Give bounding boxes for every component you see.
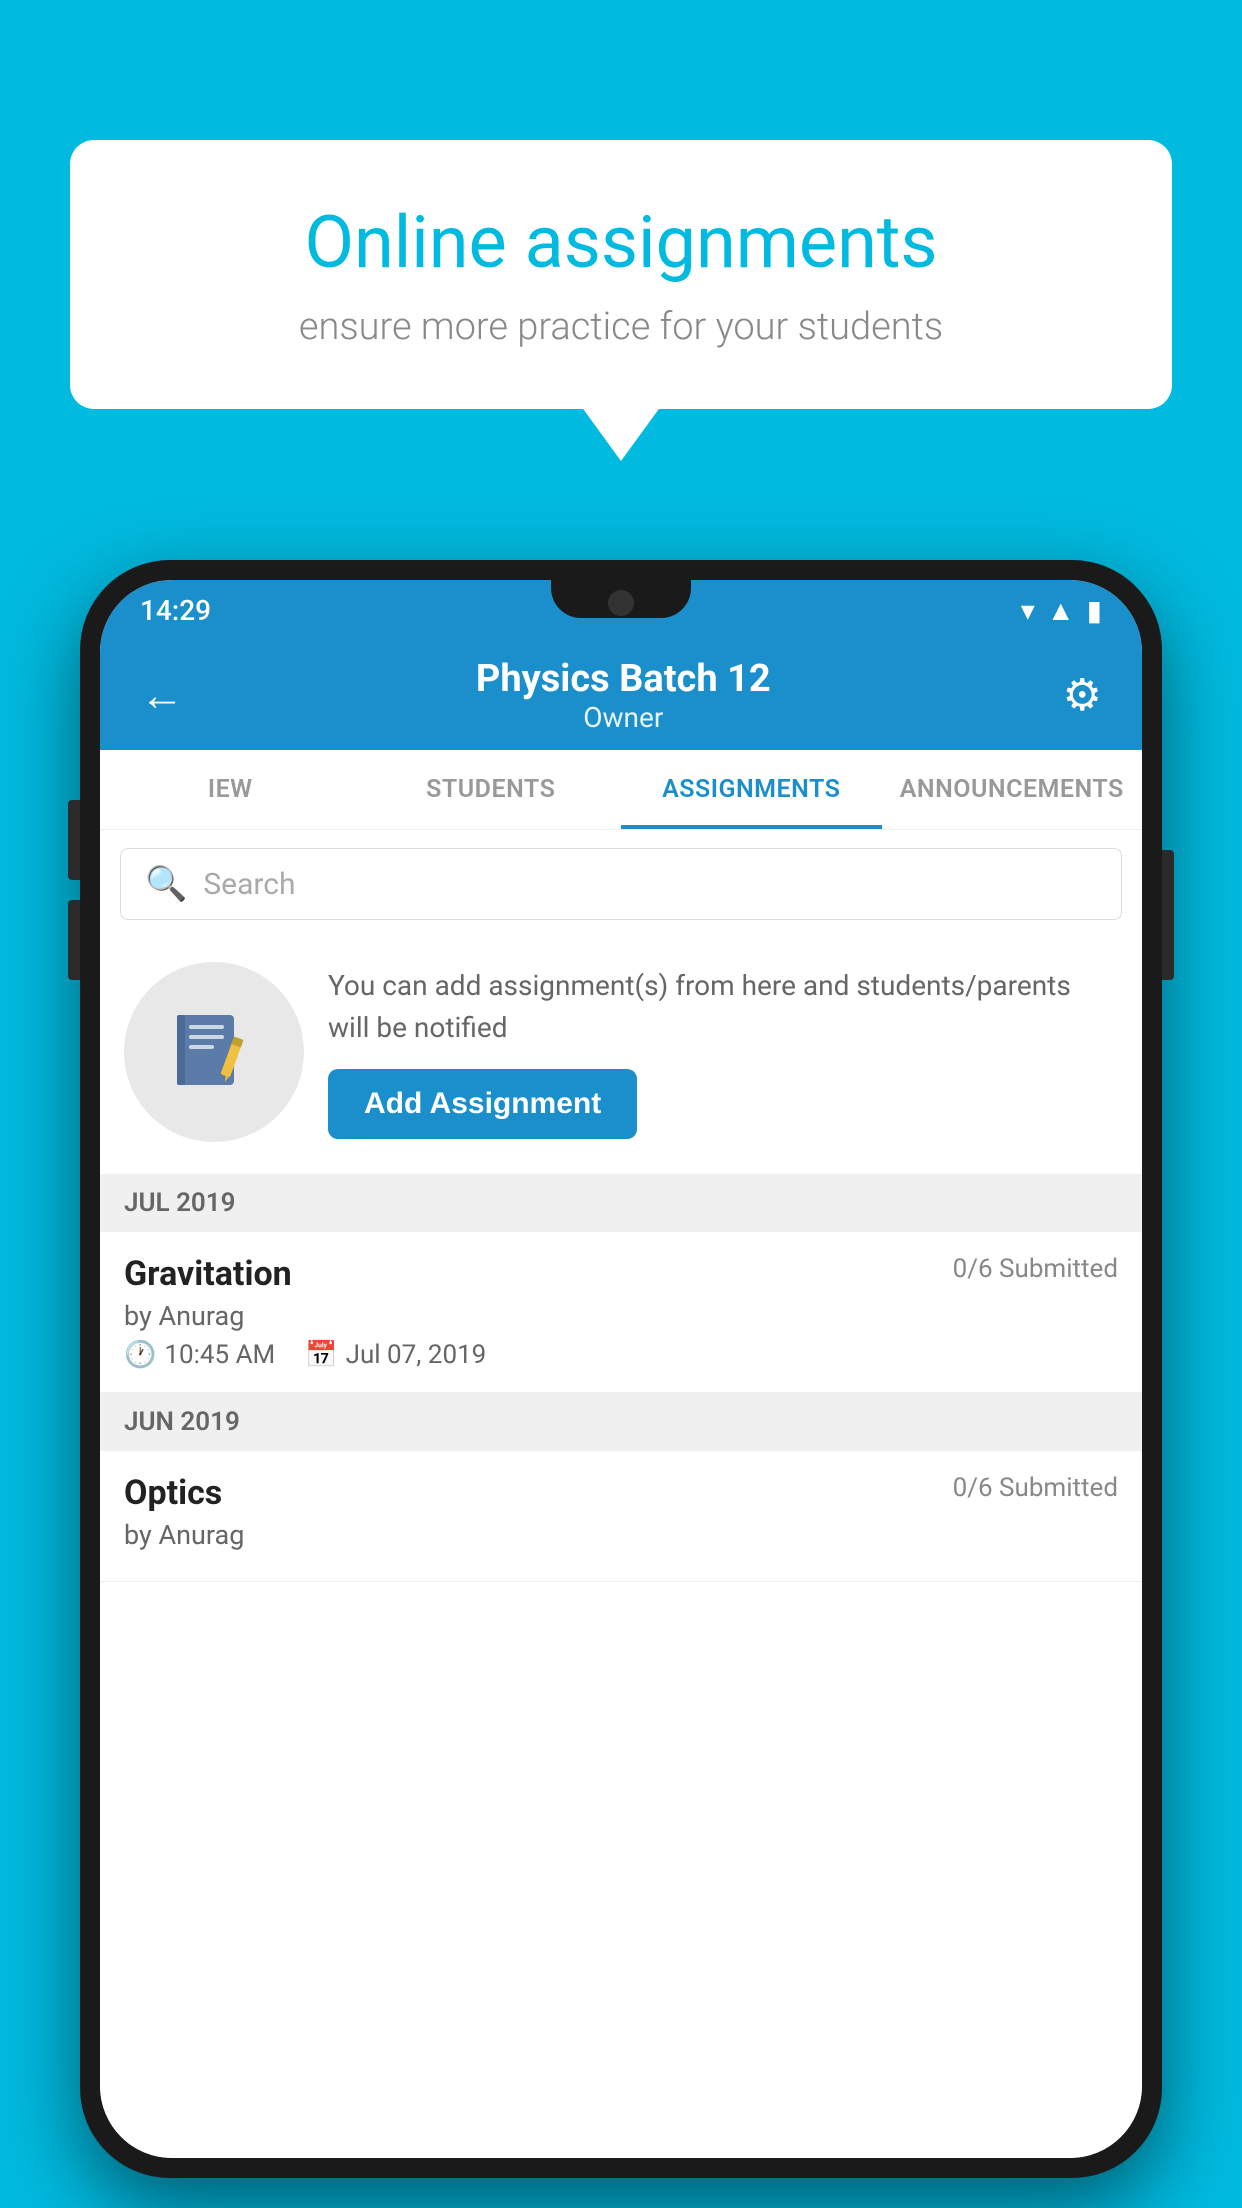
app-bar-title: Physics Batch 12 bbox=[476, 657, 771, 701]
phone-camera bbox=[608, 590, 634, 616]
promo-icon-wrap bbox=[124, 962, 304, 1142]
assignment-by-optics: by Anurag bbox=[124, 1519, 1118, 1551]
content-area: 🔍 Search bbox=[100, 830, 1142, 2158]
promo-card: You can add assignment(s) from here and … bbox=[100, 938, 1142, 1166]
search-placeholder: Search bbox=[203, 867, 295, 902]
tab-announcements[interactable]: ANNOUNCEMENTS bbox=[882, 750, 1143, 829]
assignment-time: 🕐 10:45 AM bbox=[124, 1340, 275, 1370]
notebook-icon bbox=[169, 1007, 259, 1097]
tabs-bar: IEW STUDENTS ASSIGNMENTS ANNOUNCEMENTS bbox=[100, 750, 1142, 830]
promo-description: You can add assignment(s) from here and … bbox=[328, 965, 1118, 1049]
side-button-power bbox=[1162, 850, 1174, 980]
side-button-vol-up bbox=[68, 800, 80, 880]
assignment-item-optics[interactable]: Optics 0/6 Submitted by Anurag bbox=[100, 1451, 1142, 1582]
assignment-submitted: 0/6 Submitted bbox=[953, 1254, 1118, 1284]
speech-bubble-container: Online assignments ensure more practice … bbox=[70, 140, 1172, 409]
phone-screen: 14:29 ▾ ▲ ▮ ← Physics Batch 12 Owner ⚙ bbox=[100, 580, 1142, 2158]
promo-text-area: You can add assignment(s) from here and … bbox=[328, 965, 1118, 1139]
tab-iew[interactable]: IEW bbox=[100, 750, 361, 829]
speech-bubble-subtitle: ensure more practice for your students bbox=[140, 305, 1102, 349]
assignment-meta: 🕐 10:45 AM 📅 Jul 07, 2019 bbox=[124, 1340, 1118, 1370]
status-icons: ▾ ▲ ▮ bbox=[1021, 594, 1102, 627]
back-button[interactable]: ← bbox=[130, 659, 194, 731]
assignment-title: Gravitation bbox=[124, 1254, 292, 1294]
speech-bubble: Online assignments ensure more practice … bbox=[70, 140, 1172, 409]
phone-wrapper: 14:29 ▾ ▲ ▮ ← Physics Batch 12 Owner ⚙ bbox=[80, 560, 1162, 2178]
search-bar[interactable]: 🔍 Search bbox=[120, 848, 1122, 920]
settings-icon[interactable]: ⚙ bbox=[1053, 659, 1112, 731]
tab-assignments[interactable]: ASSIGNMENTS bbox=[621, 750, 882, 829]
assignment-date: 📅 Jul 07, 2019 bbox=[305, 1340, 486, 1370]
phone-outer: 14:29 ▾ ▲ ▮ ← Physics Batch 12 Owner ⚙ bbox=[80, 560, 1162, 2178]
assignment-title-optics: Optics bbox=[124, 1473, 222, 1513]
app-bar: ← Physics Batch 12 Owner ⚙ bbox=[100, 640, 1142, 750]
app-bar-subtitle: Owner bbox=[583, 701, 663, 734]
speech-bubble-title: Online assignments bbox=[140, 200, 1102, 285]
phone-notch bbox=[551, 580, 691, 618]
tab-students[interactable]: STUDENTS bbox=[361, 750, 622, 829]
status-time: 14:29 bbox=[140, 594, 211, 627]
assignment-by: by Anurag bbox=[124, 1300, 1118, 1332]
assignment-row1-optics: Optics 0/6 Submitted bbox=[124, 1473, 1118, 1513]
battery-icon: ▮ bbox=[1087, 594, 1102, 627]
side-button-vol-down bbox=[68, 900, 80, 980]
assignment-submitted-optics: 0/6 Submitted bbox=[953, 1473, 1118, 1503]
signal-icon: ▲ bbox=[1047, 594, 1075, 627]
app-bar-title-group: Physics Batch 12 Owner bbox=[194, 657, 1053, 734]
search-icon: 🔍 bbox=[145, 864, 187, 904]
assignment-item-gravitation[interactable]: Gravitation 0/6 Submitted by Anurag 🕐 10… bbox=[100, 1232, 1142, 1393]
add-assignment-button[interactable]: Add Assignment bbox=[328, 1069, 637, 1139]
calendar-icon: 📅 bbox=[305, 1340, 337, 1370]
time-icon: 🕐 bbox=[124, 1340, 156, 1370]
section-header-jun: JUN 2019 bbox=[100, 1393, 1142, 1451]
assignment-row1: Gravitation 0/6 Submitted bbox=[124, 1254, 1118, 1294]
section-header-jul: JUL 2019 bbox=[100, 1174, 1142, 1232]
wifi-icon: ▾ bbox=[1021, 594, 1035, 627]
